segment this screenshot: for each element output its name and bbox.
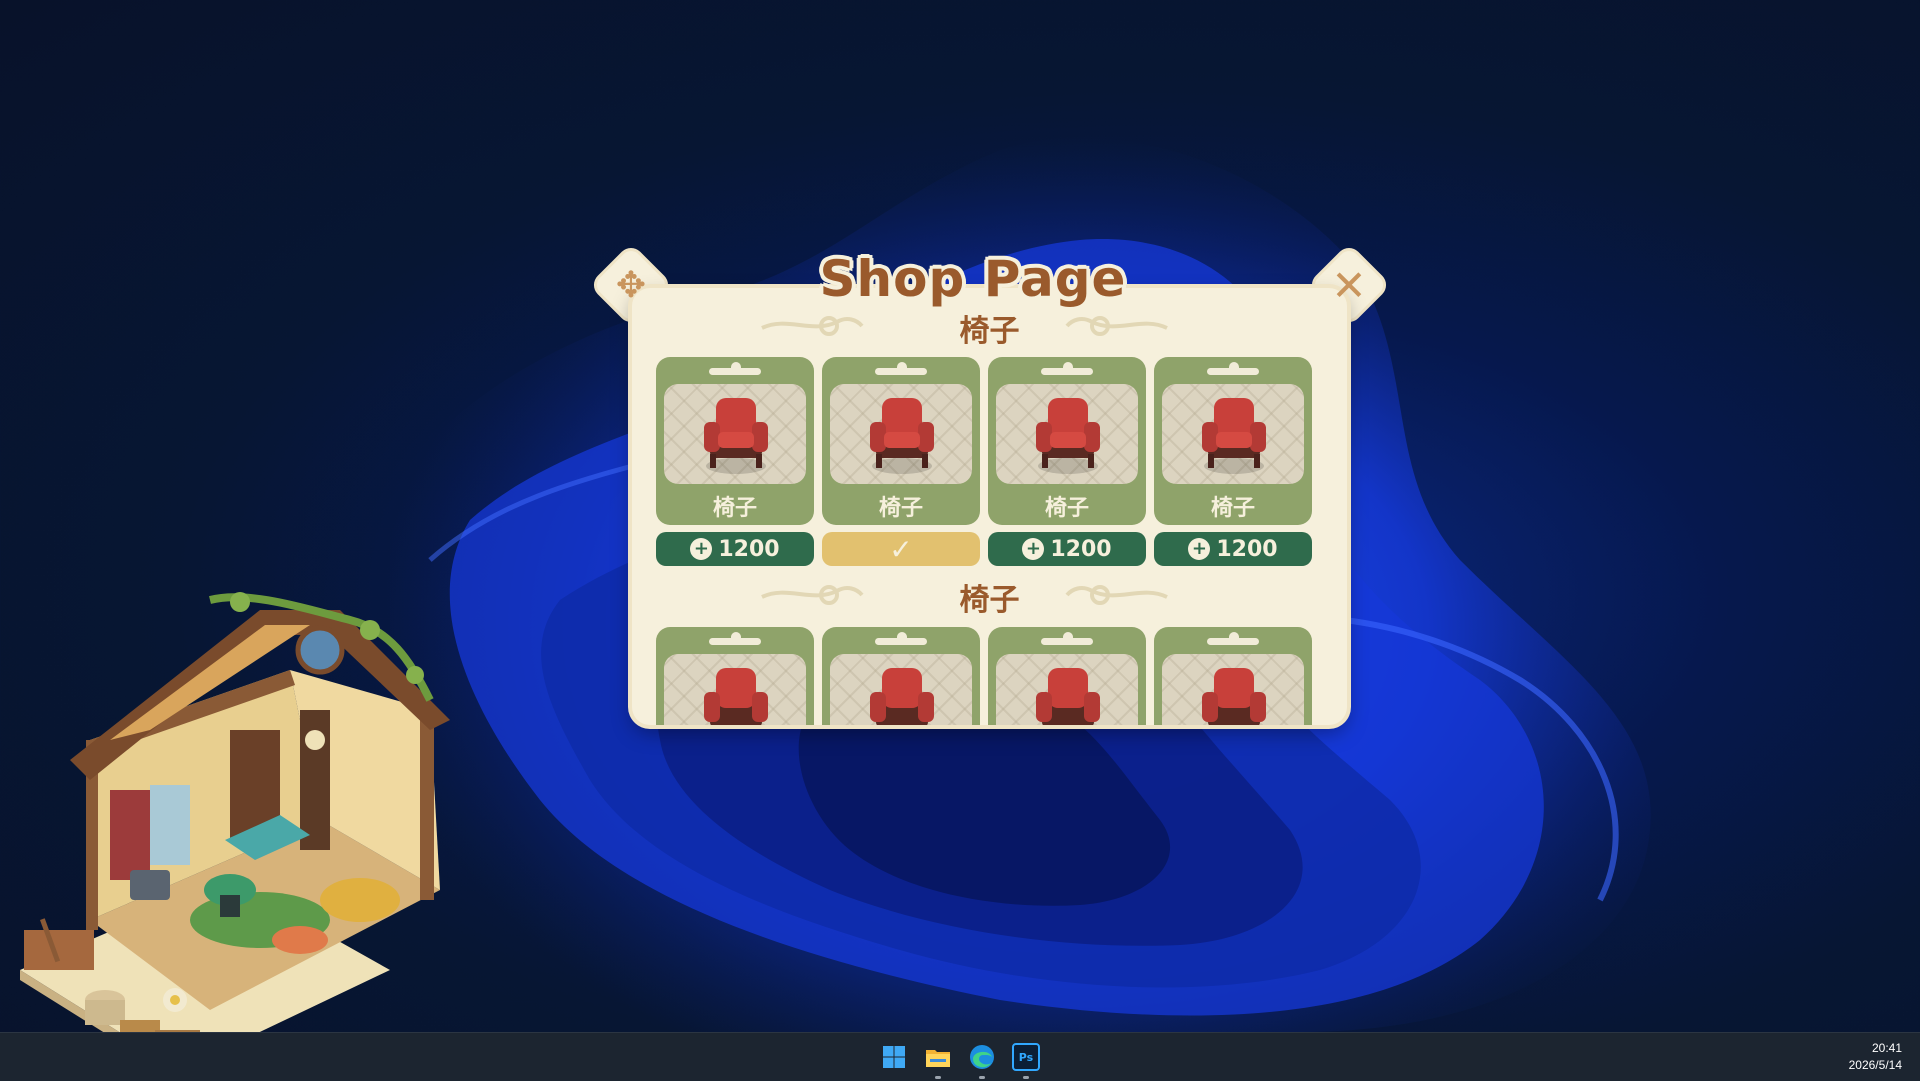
armchair-icon xyxy=(1202,398,1266,474)
item-name: 椅子 xyxy=(1044,496,1089,521)
section-header: 椅子 xyxy=(632,304,1347,349)
clock-time: 20:41 xyxy=(1871,1041,1902,1055)
cozy-house-illustration xyxy=(20,592,450,1080)
shop-item-card[interactable]: 椅子 xyxy=(988,627,1146,725)
right-ornament-icon xyxy=(1065,585,1168,605)
coin-icon: + xyxy=(690,538,713,560)
taskbar: Ps 20:41 2026/5/14 xyxy=(0,1032,1920,1081)
clock-date: 2026/5/14 xyxy=(1848,1058,1902,1072)
item-image xyxy=(1162,384,1304,484)
tag xyxy=(875,638,927,645)
armchair-icon xyxy=(704,398,768,474)
item-image xyxy=(1162,654,1304,725)
item-image xyxy=(830,654,972,725)
price-amount: 1200 xyxy=(718,536,780,562)
shop-window: 椅子 椅子 椅子 椅子 椅子 + 1200 ✓ + 1200 + 1200 椅子… xyxy=(592,246,1388,730)
shop-item-card[interactable]: 椅子 xyxy=(656,357,814,525)
shop-item-card[interactable]: 椅子 xyxy=(822,357,980,525)
buy-button[interactable]: + 1200 xyxy=(1154,532,1312,566)
item-image xyxy=(996,384,1138,484)
price-amount: 1200 xyxy=(1050,536,1112,562)
tag xyxy=(875,368,927,375)
right-ornament-icon xyxy=(1065,316,1168,336)
tag xyxy=(1041,368,1093,375)
coin-icon: + xyxy=(1022,538,1045,560)
shop-item-card[interactable]: 椅子 xyxy=(656,627,814,725)
owned-button[interactable]: ✓ xyxy=(822,532,980,566)
system-clock[interactable]: 20:41 2026/5/14 xyxy=(1849,1040,1902,1074)
windows-start-icon[interactable] xyxy=(878,1041,910,1073)
armchair-icon xyxy=(1202,668,1266,725)
armchair-icon xyxy=(870,668,934,725)
tag xyxy=(709,638,761,645)
tag xyxy=(1207,368,1259,375)
buy-button[interactable]: + 1200 xyxy=(656,532,814,566)
item-image xyxy=(664,654,806,725)
shop-item-card[interactable]: 椅子 xyxy=(1154,627,1312,725)
armchair-icon xyxy=(1036,398,1100,474)
tag xyxy=(709,368,761,375)
tag xyxy=(1207,638,1259,645)
shop-title: Shop Page xyxy=(819,250,1127,308)
coin-icon: + xyxy=(1188,538,1211,560)
tag xyxy=(1041,638,1093,645)
checkmark-icon: ✓ xyxy=(889,532,913,566)
section-header: 椅子 xyxy=(632,573,1347,618)
item-name: 椅子 xyxy=(1210,496,1255,521)
shop-panel: 椅子 椅子 椅子 椅子 椅子 + 1200 ✓ + 1200 + 1200 椅子 xyxy=(632,288,1347,725)
running-indicator xyxy=(935,1076,941,1079)
armchair-icon xyxy=(704,668,768,725)
item-image xyxy=(996,654,1138,725)
item-image xyxy=(830,384,972,484)
shop-item-card[interactable]: 椅子 xyxy=(988,357,1146,525)
armchair-icon xyxy=(1036,668,1100,725)
running-indicator xyxy=(1023,1076,1029,1079)
section-title: 椅子 xyxy=(959,583,1020,618)
running-indicator xyxy=(979,1076,985,1079)
buy-button[interactable]: + 1200 xyxy=(988,532,1146,566)
price-amount: 1200 xyxy=(1216,536,1278,562)
file-explorer-icon[interactable] xyxy=(922,1041,954,1079)
shop-item-card[interactable]: 椅子 xyxy=(822,627,980,725)
photoshop-label: Ps xyxy=(1012,1043,1040,1071)
edge-browser-icon[interactable] xyxy=(966,1041,998,1079)
armchair-icon xyxy=(870,398,934,474)
item-image xyxy=(664,384,806,484)
item-name: 椅子 xyxy=(712,496,757,521)
section-title: 椅子 xyxy=(959,314,1020,349)
photoshop-icon[interactable]: Ps xyxy=(1010,1041,1042,1079)
item-name: 椅子 xyxy=(878,496,923,521)
shop-item-card[interactable]: 椅子 xyxy=(1154,357,1312,525)
